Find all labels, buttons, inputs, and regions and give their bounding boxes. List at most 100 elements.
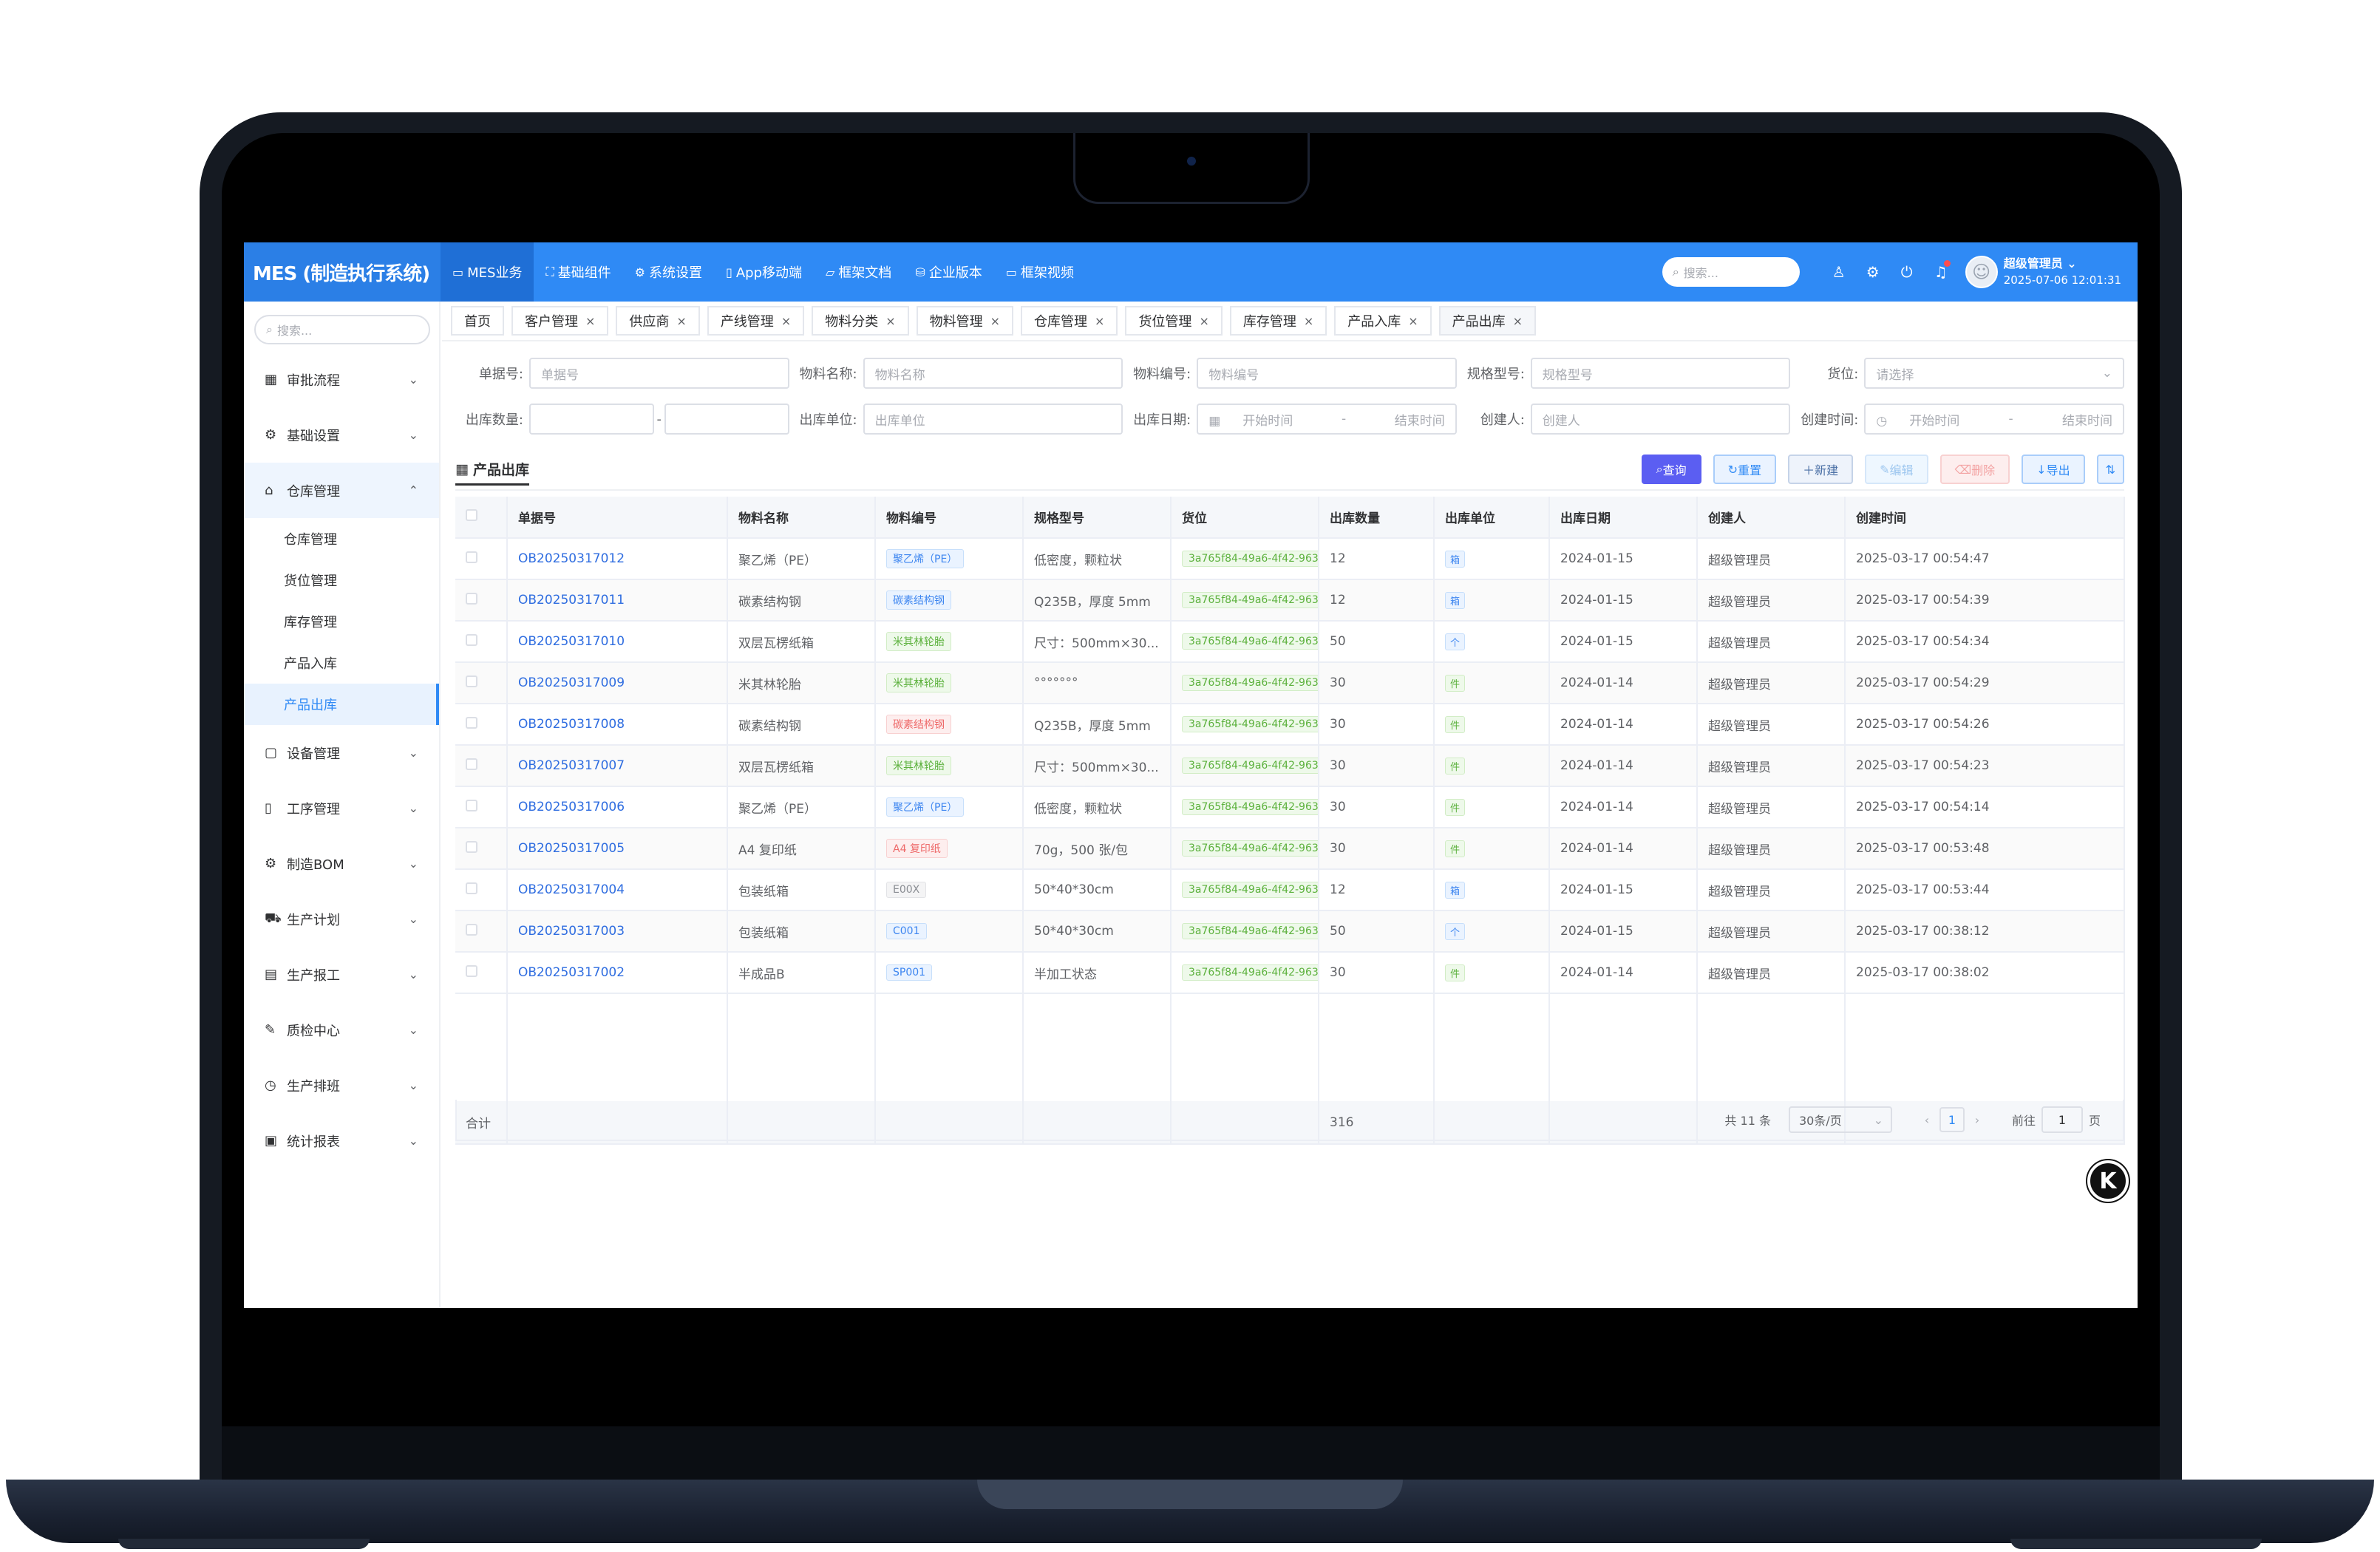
table-row[interactable]: OB20250317007 双层瓦楞纸箱 米其林轮胎 尺寸：500mm×30... 3a… [455,745,2125,787]
column-settings-button[interactable]: ⇅ [2096,455,2124,484]
column-header[interactable]: 物料名称 [727,497,876,539]
column-header[interactable]: 出库单位 [1434,497,1550,539]
doc-link[interactable]: OB20250317012 [518,551,625,566]
tab-8[interactable]: 库存管理 × [1229,306,1327,336]
query-button[interactable]: ⌕ 查询 [1641,455,1701,484]
settings-icon[interactable]: ⚙ [1856,263,1890,281]
doc-link[interactable]: OB20250317011 [518,593,625,607]
top-nav-item-1[interactable]: ⛶ 基础组件 [534,242,622,302]
table-row[interactable]: OB20250317009 米其林轮胎 米其林轮胎 °°°°°°° 3a765f84-4… [455,662,2125,704]
column-header[interactable]: 单据号 [507,497,728,539]
close-icon[interactable]: × [1513,314,1523,328]
table-row[interactable]: OB20250317010 双层瓦楞纸箱 米其林轮胎 尺寸：500mm×30... 3a… [455,621,2125,663]
sidebar-item-menu_before-0[interactable]: ▦ 审批流程 ⌄ [244,352,439,407]
sidebar-subitem-2[interactable]: 库存管理 [244,601,439,642]
qty-min-input[interactable] [529,404,654,435]
sidebar-item-menu_after-7[interactable]: ▣ 统计报表 ⌄ [244,1113,439,1168]
close-icon[interactable]: × [885,314,895,328]
floating-k-button[interactable]: K [2087,1160,2129,1202]
select-all-checkbox[interactable] [466,509,477,521]
tab-6[interactable]: 仓库管理 × [1021,306,1118,336]
table-row[interactable]: OB20250317002 半成品B SP001 半加工状态 3a765f84-49a6… [455,952,2125,994]
close-icon[interactable]: × [1095,314,1104,328]
row-checkbox[interactable] [466,633,477,646]
page-size-select[interactable]: 30条/页 ⌄ [1788,1106,1892,1133]
row-checkbox[interactable] [466,840,477,853]
reset-button[interactable]: ↻ 重置 [1713,455,1777,484]
top-nav-item-2[interactable]: ⚙ 系统设置 [623,242,714,302]
top-nav-item-3[interactable]: ▯ App移动端 [714,242,814,302]
doc-link[interactable]: OB20250317002 [518,965,625,980]
goto-input[interactable]: 1 [2041,1106,2083,1133]
out-date-range-picker[interactable]: ▦ 开始时间 - 结束时间 [1197,404,1457,435]
sidebar-item-menu_after-1[interactable]: ▯ 工序管理 ⌄ [244,780,439,836]
doc-link[interactable]: OB20250317003 [518,924,625,939]
row-checkbox[interactable] [466,964,477,977]
sidebar-item-menu_after-3[interactable]: ⛟ 生产计划 ⌄ [244,891,439,947]
tab-5[interactable]: 物料管理 × [916,306,1014,336]
sidebar-subitem-3[interactable]: 产品入库 [244,642,439,684]
unit-input[interactable]: 出库单位 [863,404,1123,435]
close-icon[interactable]: × [676,314,686,328]
close-icon[interactable]: × [1304,314,1313,328]
location-select[interactable]: 请选择 ⌄ [1864,358,2124,389]
close-icon[interactable]: × [1199,314,1208,328]
doc-no-input[interactable]: 单据号 [529,358,789,389]
creator-input[interactable]: 创建人 [1530,404,1791,435]
doc-link[interactable]: OB20250317004 [518,882,625,897]
column-header[interactable]: 物料编号 [875,497,1024,539]
column-header[interactable]: 出库日期 [1549,497,1698,539]
sidebar-subitem-4[interactable]: 产品出库 [244,684,439,725]
row-checkbox[interactable] [466,592,477,605]
doc-link[interactable]: OB20250317009 [518,675,625,690]
sidebar-search-input[interactable]: ⌕ 搜索... [254,315,430,344]
row-checkbox[interactable] [466,551,477,563]
row-checkbox[interactable] [466,716,477,729]
material-name-input[interactable]: 物料名称 [863,358,1123,389]
sidebar-subitem-0[interactable]: 仓库管理 [244,518,439,559]
power-icon[interactable]: ⏻ [1890,263,1924,281]
app-title[interactable]: MES (制造执行系统) [244,242,441,302]
close-icon[interactable]: × [1408,314,1418,328]
row-checkbox[interactable] [466,923,477,936]
user-menu[interactable]: ☺ 超级管理员 ⌄ 2025-07-06 12:01:31 [1965,256,2121,288]
top-nav-item-0[interactable]: ▭ MES业务 [441,242,534,302]
doc-link[interactable]: OB20250317005 [518,841,625,856]
sidebar-item-menu_before-1[interactable]: ⚙ 基础设置 ⌄ [244,407,439,463]
tab-9[interactable]: 产品入库 × [1334,306,1432,336]
prev-page-icon[interactable]: ‹ [1914,1113,1939,1127]
page-number[interactable]: 1 [1939,1107,1965,1132]
column-header[interactable]: 货位 [1171,497,1319,539]
user-icon[interactable]: ♙ [1822,263,1856,281]
column-header[interactable]: 规格型号 [1023,497,1172,539]
delete-button[interactable]: ⌫ 删除 [1939,455,2010,484]
column-header[interactable]: 创建人 [1697,497,1846,539]
table-row[interactable]: OB20250317004 包装纸箱 E00X 50*40*30cm 3a765f84-… [455,869,2125,911]
row-checkbox[interactable] [466,675,477,687]
top-search-input[interactable]: ⌕ 搜索... [1662,257,1800,287]
sidebar-item-menu_after-2[interactable]: ⚙ 制造BOM ⌄ [244,836,439,891]
close-icon[interactable]: × [585,314,595,328]
doc-link[interactable]: OB20250317007 [518,758,625,773]
tab-3[interactable]: 产线管理 × [707,306,805,336]
bell-icon[interactable]: ♫ [1924,260,1958,281]
sidebar-item-warehouse[interactable]: ⌂ 仓库管理 ⌃ [244,463,439,518]
tab-2[interactable]: 供应商 × [616,306,700,336]
table-row[interactable]: OB20250317006 聚乙烯（PE） 聚乙烯（PE） 低密度，颗粒状 3a765f… [455,786,2125,828]
tab-1[interactable]: 客户管理 × [511,306,609,336]
export-button[interactable]: ↓ 导出 [2022,455,2085,484]
created-time-range-picker[interactable]: ◷ 开始时间 - 结束时间 [1864,404,2124,435]
tab-7[interactable]: 货位管理 × [1125,306,1223,336]
table-row[interactable]: OB20250317003 包装纸箱 C001 50*40*30cm 3a765f84-… [455,911,2125,953]
close-icon[interactable]: × [990,314,1000,328]
close-icon[interactable]: × [781,314,791,328]
spec-input[interactable]: 规格型号 [1530,358,1791,389]
qty-max-input[interactable] [664,404,789,435]
row-checkbox[interactable] [466,758,477,770]
tab-4[interactable]: 物料分类 × [812,306,909,336]
table-row[interactable]: OB20250317008 碳素结构钢 碳素结构钢 Q235B，厚度 5mm 3a765… [455,704,2125,746]
table-row[interactable]: OB20250317011 碳素结构钢 碳素结构钢 Q235B，厚度 5mm 3a765… [455,579,2125,622]
sidebar-item-menu_after-5[interactable]: ✎ 质检中心 ⌄ [244,1002,439,1058]
material-code-input[interactable]: 物料编号 [1197,358,1457,389]
top-nav-item-5[interactable]: ⛁ 企业版本 [903,242,993,302]
